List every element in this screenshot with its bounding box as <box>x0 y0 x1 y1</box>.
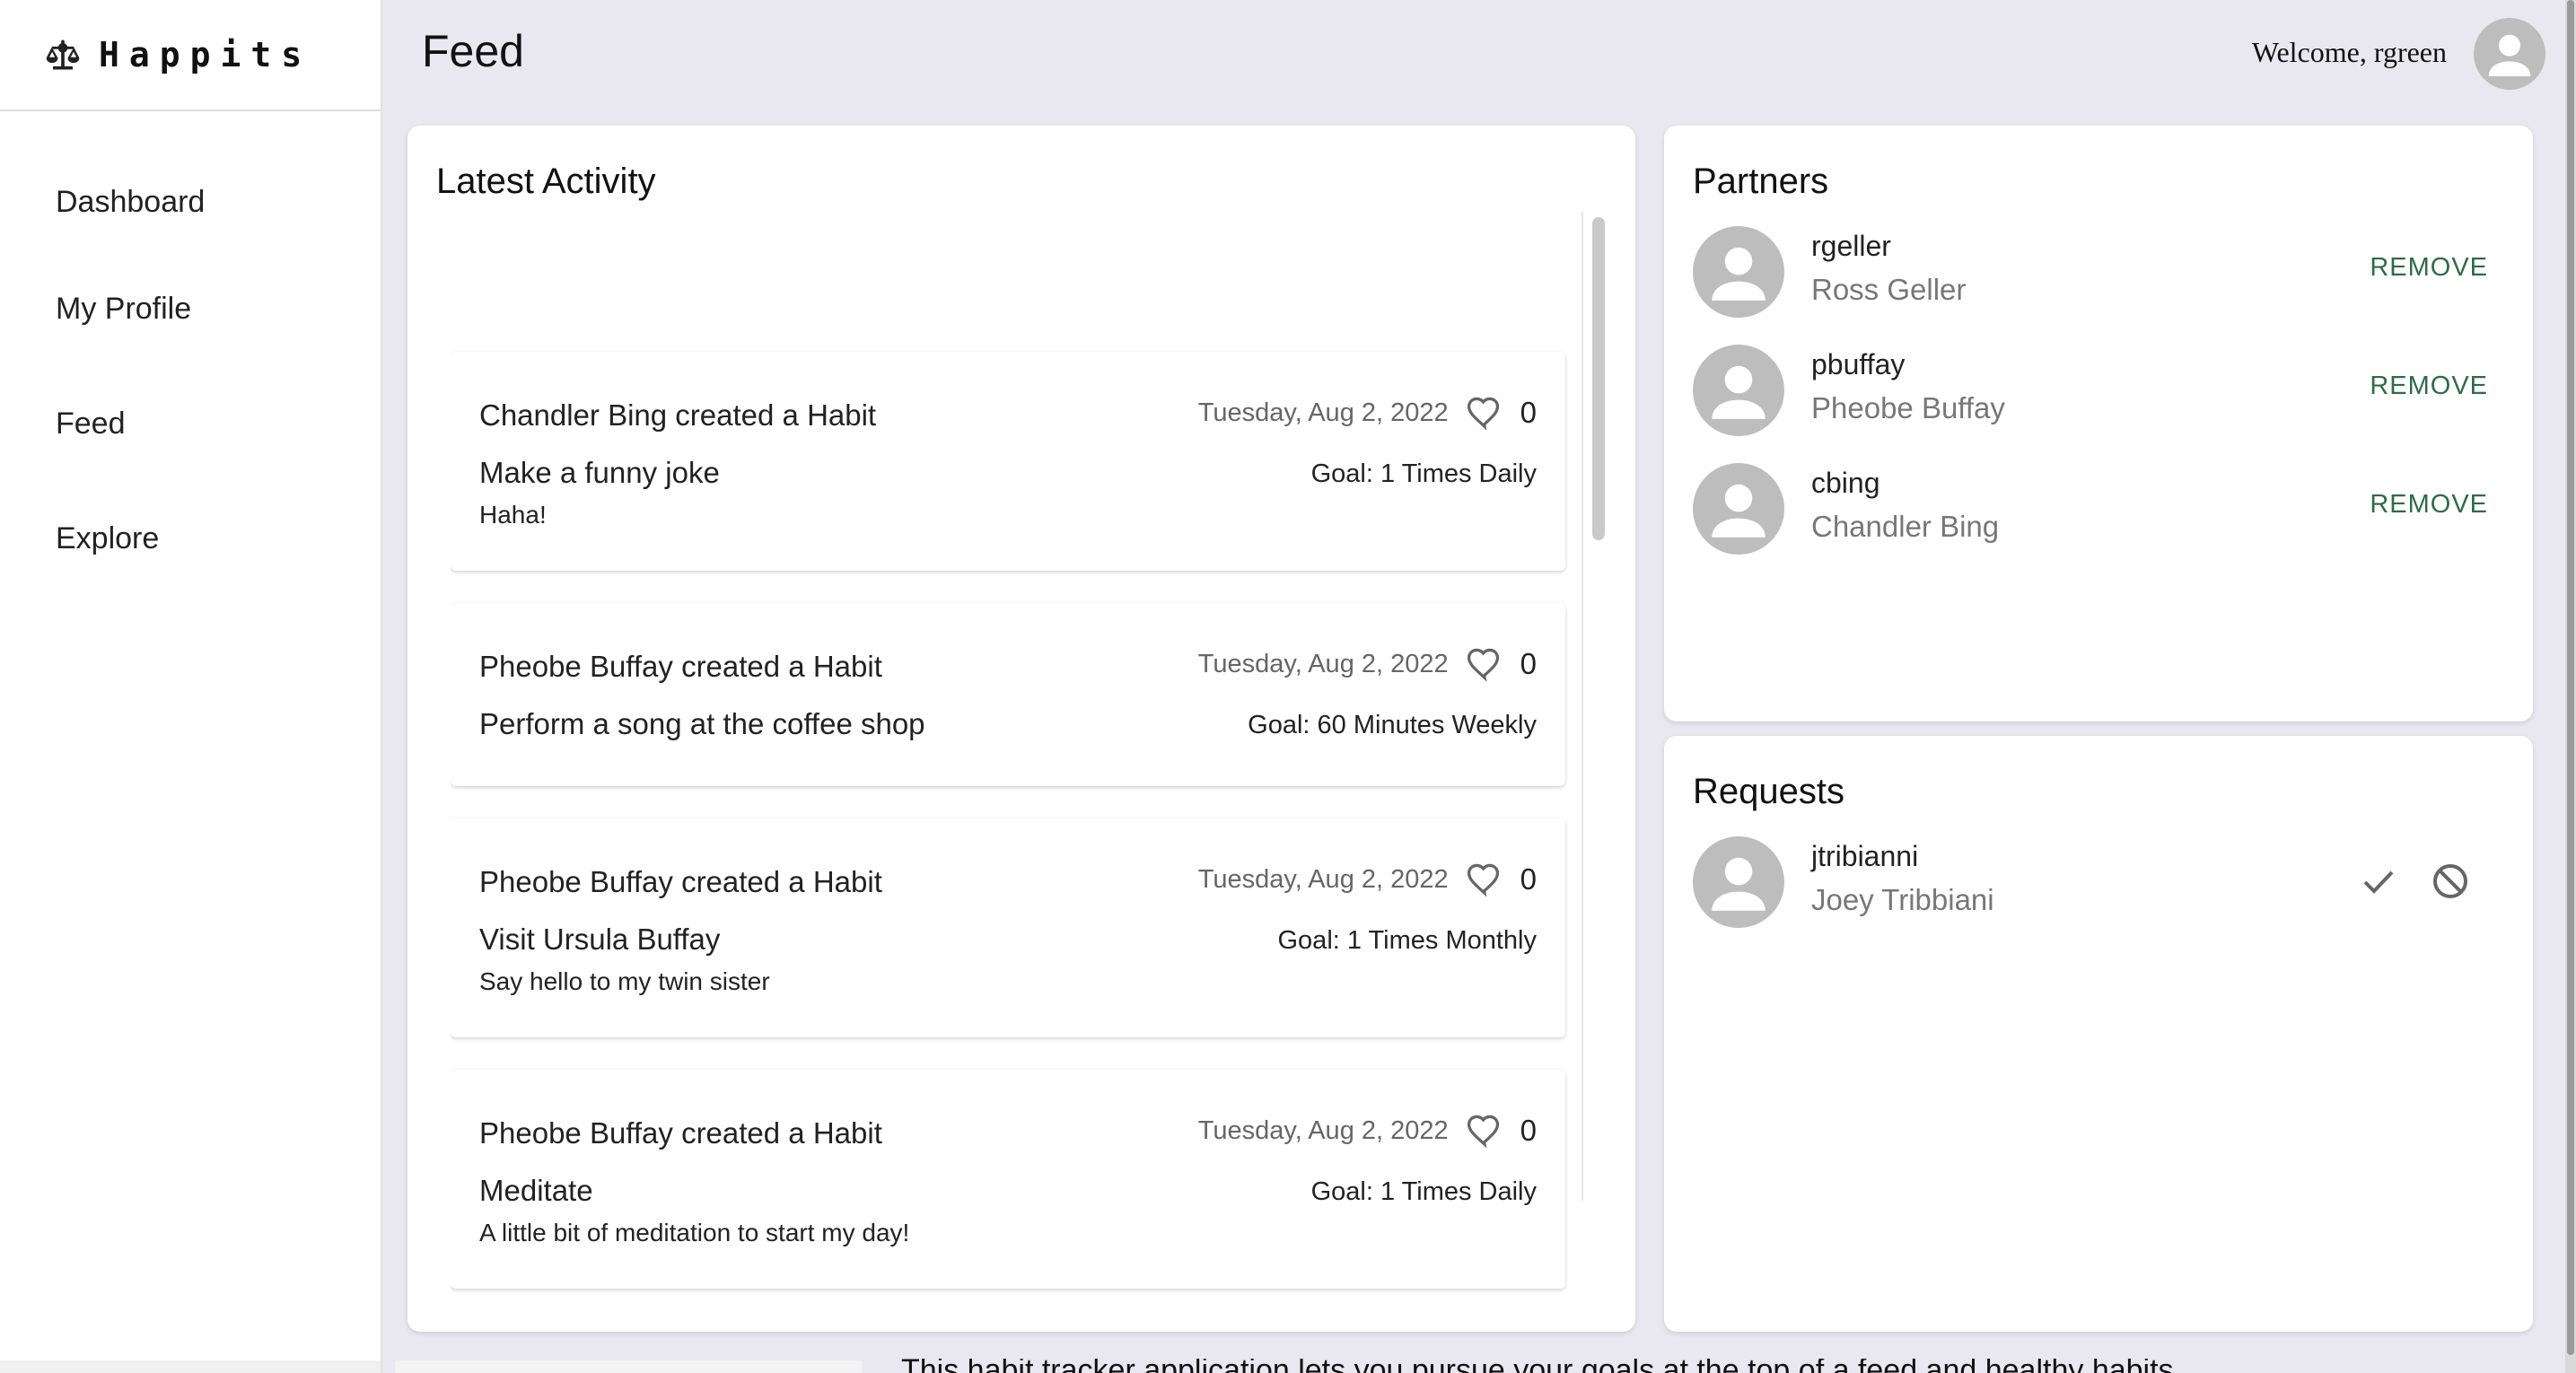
sidebar-nav: Dashboard My Profile Feed Explore <box>0 111 381 596</box>
partner-username: pbuffay <box>1811 348 1906 380</box>
page-description: This habit tracker application lets you … <box>901 1359 2174 1373</box>
feed-item-date: Tuesday, Aug 2, 2022 <box>1197 398 1449 427</box>
person-icon <box>1712 857 1766 911</box>
brand[interactable]: Happits <box>0 0 381 111</box>
habit-goal: Goal: 1 Times Daily <box>1310 459 1537 488</box>
partner-username: rgeller <box>1811 230 1891 262</box>
feed-scrollbar[interactable] <box>1582 212 1610 1201</box>
partner-row: cbing Chandler Bing REMOVE <box>1693 463 2504 556</box>
request-name: Joey Tribbiani <box>1811 883 1994 916</box>
partner-username: cbing <box>1811 467 1880 499</box>
person-icon <box>2488 34 2531 76</box>
page-scrollbar-thumb[interactable] <box>2567 0 2574 1355</box>
feed-item: Pheobe Buffay created a Habit Tuesday, A… <box>451 603 1565 786</box>
activity-feed: Chandler Bing created a Habit Tuesday, A… <box>451 212 1582 1325</box>
feed-item-meta: Tuesday, Aug 2, 2022 0 <box>1198 644 1537 684</box>
partner-name: Pheobe Buffay <box>1811 391 2005 424</box>
habit-name: Perform a song at the coffee shop <box>479 707 925 740</box>
requests-title: Requests <box>1693 772 1844 811</box>
avatar <box>1693 463 1784 555</box>
sidebar: Happits Dashboard My Profile Feed Explor… <box>0 0 382 1373</box>
sidebar-footer-strip <box>0 1360 381 1373</box>
accept-check-icon[interactable] <box>2357 860 2400 903</box>
heart-icon[interactable] <box>1465 644 1504 684</box>
remove-partner-button[interactable]: REMOVE <box>2370 253 2488 283</box>
habit-goal: Goal: 1 Times Daily <box>1310 1177 1537 1206</box>
remove-partner-button[interactable]: REMOVE <box>2370 490 2488 520</box>
welcome-text: Welcome, rgreen <box>2251 36 2447 68</box>
feed-item: Pheobe Buffay created a Habit Tuesday, A… <box>451 1070 1565 1289</box>
habit-description: Say hello to my twin sister <box>479 967 770 995</box>
feed-item-headline: Chandler Bing created a Habit <box>479 398 877 432</box>
request-username: jtribianni <box>1811 840 1919 872</box>
heart-icon[interactable] <box>1465 860 1504 899</box>
habit-goal: Goal: 60 Minutes Weekly <box>1248 711 1537 739</box>
page-scrollbar[interactable] <box>2565 0 2576 1373</box>
feed-item-headline: Pheobe Buffay created a Habit <box>479 865 882 898</box>
feed-item-headline: Pheobe Buffay created a Habit <box>479 650 882 683</box>
feed-item-meta: Tuesday, Aug 2, 2022 0 <box>1198 1111 1537 1150</box>
sidebar-item-dashboard[interactable]: Dashboard <box>0 158 381 251</box>
feed-item: Pheobe Buffay created a Habit Tuesday, A… <box>451 818 1565 1037</box>
feed-item-date: Tuesday, Aug 2, 2022 <box>1197 1115 1449 1145</box>
like-count: 0 <box>1520 396 1537 429</box>
feed-item-headline: Pheobe Buffay created a Habit <box>479 1116 882 1150</box>
feed-scrollbar-thumb[interactable] <box>1592 217 1605 540</box>
remove-partner-button[interactable]: REMOVE <box>2370 372 2488 401</box>
habit-name: Make a funny joke <box>479 456 720 489</box>
sidebar-item-feed[interactable]: Feed <box>0 366 381 481</box>
partner-row: pbuffay Pheobe Buffay REMOVE <box>1693 345 2504 438</box>
sidebar-item-explore[interactable]: Explore <box>0 481 381 596</box>
partners-card: Partners rgeller Ross Geller REMOVE pbuf… <box>1664 126 2533 721</box>
page-description-text: This habit tracker application lets you … <box>901 1359 2247 1373</box>
like-count: 0 <box>1520 862 1537 896</box>
feed-item-meta: Tuesday, Aug 2, 2022 0 <box>1198 393 1537 433</box>
partner-name: Chandler Bing <box>1811 510 2000 543</box>
partners-title: Partners <box>1693 162 1829 201</box>
avatar <box>1693 226 1784 318</box>
person-icon <box>1712 247 1766 301</box>
heart-icon[interactable] <box>1465 393 1504 433</box>
request-actions <box>2357 860 2472 903</box>
person-icon <box>1712 365 1766 419</box>
habit-description: A little bit of meditation to start my d… <box>479 1219 910 1246</box>
avatar <box>1693 345 1784 436</box>
feed-item-date: Tuesday, Aug 2, 2022 <box>1197 649 1449 678</box>
habit-description: Haha! <box>479 501 547 529</box>
partner-row: rgeller Ross Geller REMOVE <box>1693 226 2504 319</box>
partner-name: Ross Geller <box>1811 273 1967 306</box>
requests-card: Requests jtribianni Joey Tribbiani <box>1664 736 2533 1332</box>
heart-icon[interactable] <box>1465 1111 1504 1150</box>
like-count: 0 <box>1520 647 1537 680</box>
page-title: Feed <box>422 26 524 76</box>
scale-balance-icon <box>46 39 80 70</box>
latest-activity-card: Latest Activity Chandler Bing created a … <box>407 126 1635 1332</box>
like-count: 0 <box>1520 1114 1537 1147</box>
request-row: jtribianni Joey Tribbiani <box>1693 836 2504 930</box>
avatar <box>1693 836 1784 928</box>
feed-item-date: Tuesday, Aug 2, 2022 <box>1197 864 1449 894</box>
bottom-strip <box>395 1360 862 1373</box>
user-avatar[interactable] <box>2474 18 2545 90</box>
feed-item: Chandler Bing created a Habit Tuesday, A… <box>451 352 1565 571</box>
decline-block-icon[interactable] <box>2429 860 2472 903</box>
person-icon <box>1712 484 1766 538</box>
habit-name: Meditate <box>479 1174 593 1207</box>
habit-name: Visit Ursula Buffay <box>479 923 721 956</box>
sidebar-item-my-profile[interactable]: My Profile <box>0 251 381 366</box>
brand-name: Happits <box>99 35 312 74</box>
feed-item-meta: Tuesday, Aug 2, 2022 0 <box>1198 860 1537 899</box>
habit-goal: Goal: 1 Times Monthly <box>1277 926 1538 955</box>
latest-activity-title: Latest Activity <box>436 162 656 201</box>
